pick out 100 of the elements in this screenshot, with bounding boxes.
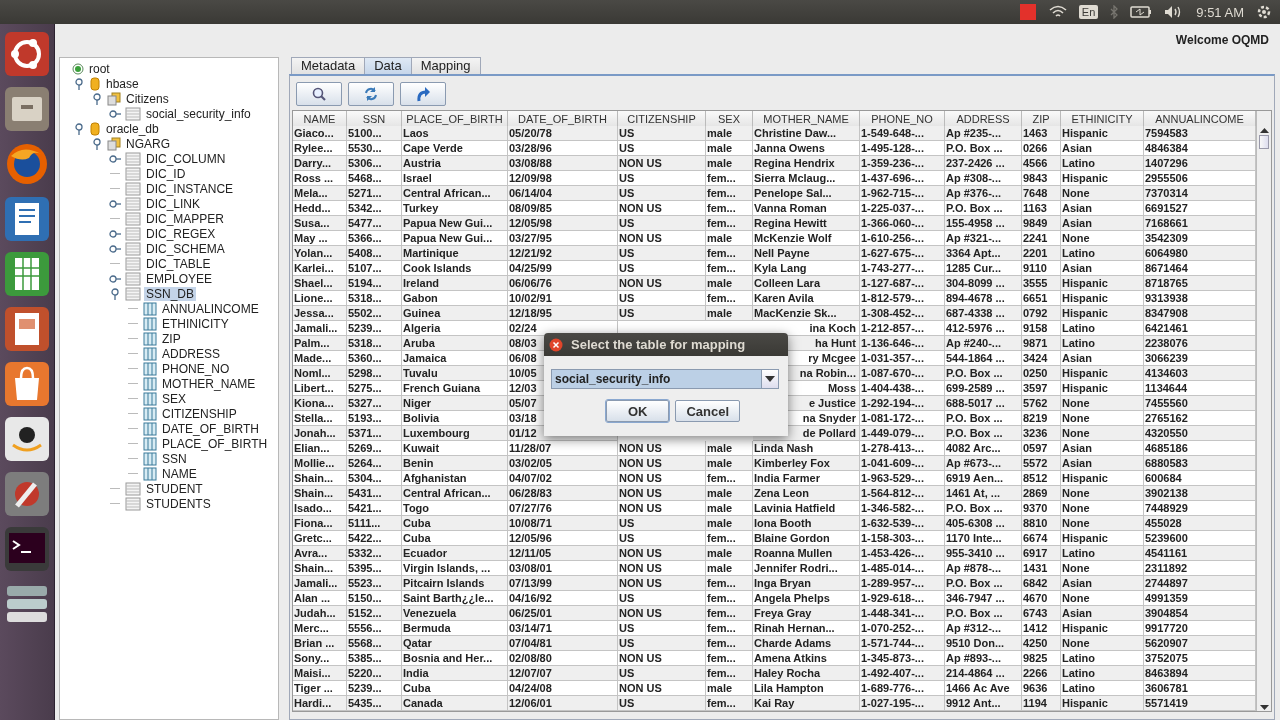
tree-item[interactable]: SEX [160, 391, 188, 406]
table-cell: Canada [402, 696, 508, 711]
tree-item[interactable]: DIC_COLUMN [144, 151, 228, 166]
table-cell: fem... [706, 666, 753, 681]
ok-button[interactable]: OK [605, 400, 670, 422]
expanded-toggle-icon[interactable] [74, 77, 84, 90]
tree-item[interactable]: DIC_LINK [144, 196, 203, 211]
tree-item[interactable]: SSN [160, 451, 189, 466]
close-icon[interactable] [549, 337, 563, 352]
column-icon [143, 436, 157, 451]
tree-item[interactable]: NAME [160, 466, 199, 481]
table-cell: 1-571-744-... [860, 636, 945, 651]
drawer-icon[interactable] [3, 85, 51, 133]
gear-icon[interactable] [1256, 4, 1272, 20]
terminal-icon[interactable] [3, 525, 51, 573]
cancel-button[interactable]: Cancel [675, 400, 741, 422]
shopping-bag-icon[interactable] [3, 360, 51, 408]
table-cell: 0792 [1022, 306, 1061, 321]
circle-logo-icon[interactable] [3, 30, 51, 78]
wrench-icon[interactable] [3, 470, 51, 518]
table-cell: 5271... [347, 186, 402, 201]
keyboard-layout-indicator[interactable]: En [1078, 5, 1099, 19]
tree-item[interactable]: ADDRESS [160, 346, 222, 361]
table-icon [125, 241, 141, 256]
tree-item[interactable]: PLACE_OF_BIRTH [160, 436, 270, 451]
expanded-toggle-icon[interactable] [110, 287, 120, 300]
tree-item[interactable]: DIC_MAPPER [144, 211, 227, 226]
table-cell: 07/04/81 [508, 636, 618, 651]
table-cell: 06/25/01 [508, 606, 618, 621]
spreadsheet-icon[interactable] [3, 250, 51, 298]
collapsed-toggle-icon[interactable] [109, 199, 121, 208]
tree-item[interactable]: MOTHER_NAME [160, 376, 258, 391]
clock[interactable]: 9:51 AM [1196, 4, 1244, 20]
battery-icon[interactable] [1130, 6, 1153, 18]
table-cell: 405-6308 ... [945, 516, 1022, 531]
tree-item[interactable]: DIC_REGEX [144, 226, 218, 241]
tree-item[interactable]: root [87, 61, 112, 76]
table-dropdown[interactable]: social_security_info [551, 369, 779, 389]
refresh-button[interactable] [348, 82, 394, 106]
tree-item[interactable]: DIC_ID [144, 166, 188, 181]
scroll-up-arrow-icon[interactable] [1259, 127, 1269, 133]
table-cell: 8810 [1022, 516, 1061, 531]
tab[interactable]: Metadata [291, 57, 366, 74]
tree-item[interactable]: DIC_SCHEMA [144, 241, 227, 256]
table-cell: 5332... [347, 546, 402, 561]
table-cell: male [706, 456, 753, 471]
table-cell: 2869 [1022, 486, 1061, 501]
wifi-icon[interactable] [1048, 5, 1067, 19]
search-button[interactable] [296, 82, 342, 106]
table-cell: male [706, 306, 753, 321]
tree-item[interactable]: STUDENTS [144, 496, 213, 511]
table-cell: fem... [706, 246, 753, 261]
table-cell: Charde Adams [753, 636, 860, 651]
tree-item[interactable]: Citizens [124, 91, 171, 106]
tab[interactable]: Data [364, 57, 412, 74]
tree-item[interactable]: hbase [104, 76, 141, 91]
tree-item[interactable]: PHONE_NO [160, 361, 232, 376]
table-cell: 1-627-675-... [860, 246, 945, 261]
scroll-down-arrow-icon[interactable] [1259, 705, 1269, 711]
table-cell: Tuvalu [402, 366, 508, 381]
table-cell: None [1061, 396, 1144, 411]
tree-item[interactable]: EMPLOYEE [144, 271, 215, 286]
bluetooth-icon[interactable] [1110, 5, 1119, 19]
tree-item[interactable]: ZIP [160, 331, 183, 346]
table-cell: Judah... [293, 606, 347, 621]
document-icon[interactable] [3, 195, 51, 243]
tree-item[interactable]: NGARG [124, 136, 172, 151]
square-indicator-icon[interactable] [1018, 3, 1037, 21]
table-cell: Nell Payne [753, 246, 860, 261]
expanded-toggle-icon[interactable] [92, 92, 102, 105]
presentation-icon[interactable] [3, 305, 51, 353]
collapsed-toggle-icon[interactable] [109, 109, 121, 118]
tree-item[interactable]: STUDENT [144, 481, 205, 496]
collapsed-toggle-icon[interactable] [109, 274, 121, 283]
table-cell: 8347908 [1144, 306, 1256, 321]
collapsed-toggle-icon[interactable] [109, 229, 121, 238]
table-cell: Mela... [293, 186, 347, 201]
tree-item[interactable]: CITIZENSHIP [160, 406, 239, 421]
tree-item[interactable]: DATE_OF_BIRTH [160, 421, 261, 436]
tree-item[interactable]: ETHINICITY [160, 316, 231, 331]
table-cell: Asian [1061, 606, 1144, 621]
expanded-toggle-icon[interactable] [74, 122, 84, 135]
expanded-toggle-icon[interactable] [92, 137, 102, 150]
back-button[interactable] [400, 82, 446, 106]
tree-item[interactable]: ANNUALINCOME [160, 301, 261, 316]
collapsed-toggle-icon[interactable] [109, 244, 121, 253]
tree-item[interactable]: social_security_info [144, 106, 253, 121]
scroll-thumb[interactable] [1259, 135, 1269, 149]
table-cell: 1-632-539-... [860, 516, 945, 531]
table-cell: 9871 [1022, 336, 1061, 351]
table-cell: 955-3410 ... [945, 546, 1022, 561]
tab[interactable]: Mapping [410, 57, 481, 74]
table-cell: 5264... [347, 456, 402, 471]
scrollbar[interactable] [1256, 111, 1271, 711]
table-cell: 5194... [347, 276, 402, 291]
tree-item[interactable]: oracle_db [104, 121, 161, 136]
tree-item[interactable]: DIC_INSTANCE [144, 181, 236, 196]
collapsed-toggle-icon[interactable] [109, 154, 121, 163]
tree-item[interactable]: SSN_DB [144, 286, 197, 301]
tree-item[interactable]: DIC_TABLE [144, 256, 213, 271]
